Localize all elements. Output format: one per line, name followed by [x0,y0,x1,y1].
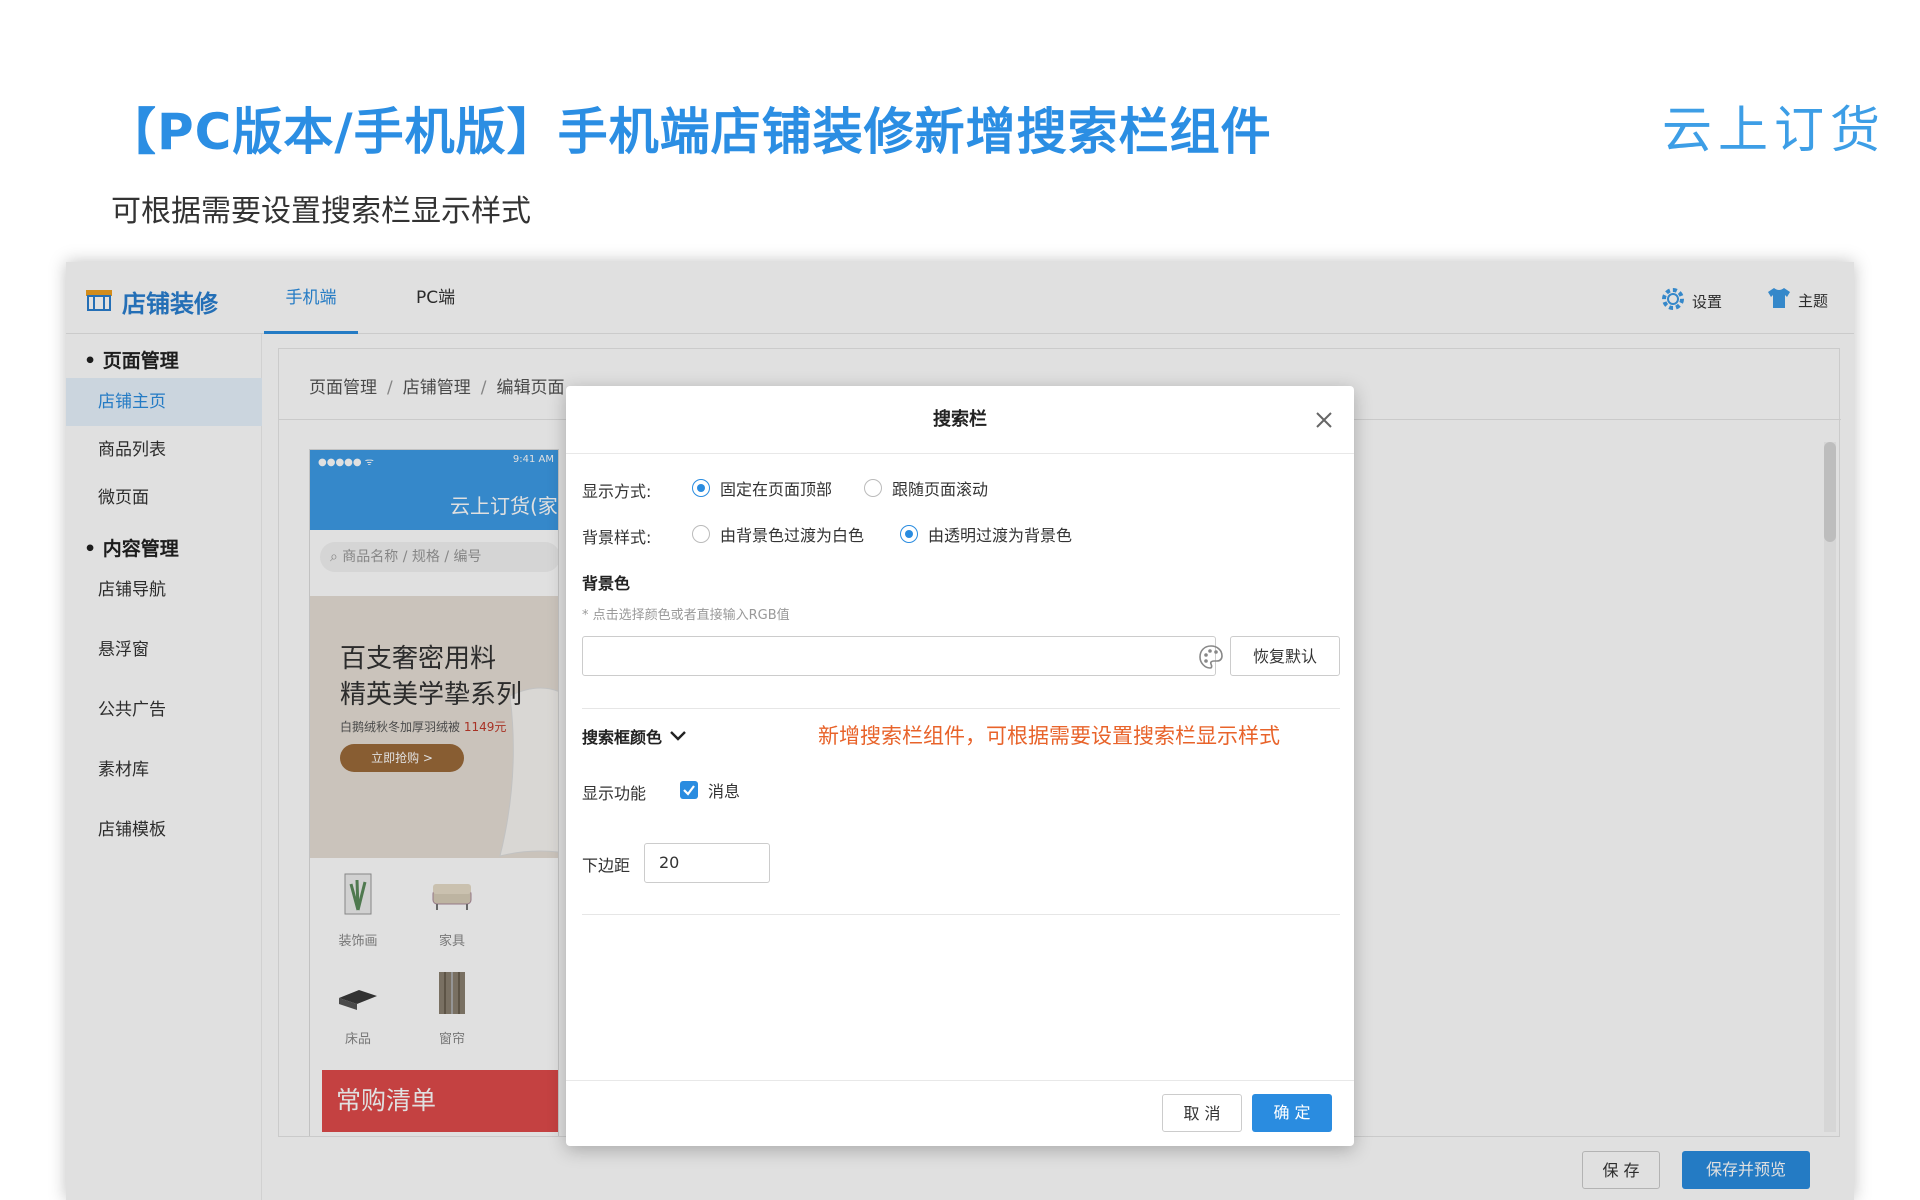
radio-unselected-icon [864,479,882,497]
message-label: 消息 [708,782,741,801]
radio-scroll-with-page[interactable]: 跟随页面滚动 [864,476,988,500]
search-bar-dialog: 搜索栏 显示方式: 固定在页面顶部 跟随页面滚动 背景样式: 由背景色过渡为白色… [566,386,1354,1146]
reset-default-button[interactable]: 恢复默认 [1230,636,1340,676]
radio-transparent-to-bg[interactable]: 由透明过渡为背景色 [900,522,1072,546]
confirm-button[interactable]: 确 定 [1252,1094,1332,1132]
cancel-button[interactable]: 取 消 [1162,1094,1242,1132]
background-style-label: 背景样式: [582,528,652,547]
bottom-margin-input[interactable]: 20 [644,843,770,883]
search-box-color-toggle[interactable]: 搜索框颜色 [582,724,688,748]
dialog-title: 搜索栏 [566,386,1354,454]
divider [582,708,1340,709]
slide-title: 【PC版本/手机版】手机端店铺装修新增搜索栏组件 [106,103,1272,161]
chevron-down-icon [670,731,686,741]
palette-icon[interactable] [1197,643,1225,671]
background-color-input[interactable] [582,636,1223,676]
search-box-color-label: 搜索框颜色 [582,728,663,747]
radio-selected-icon [692,479,710,497]
checkbox-checked-icon [680,781,698,799]
show-features-label: 显示功能 [582,784,647,803]
radio-unselected-icon [692,525,710,543]
bottom-margin-label: 下边距 [582,856,631,875]
divider [582,914,1340,915]
brand-logo: 云上订货 [1662,101,1886,159]
slide-subtitle: 可根据需要设置搜索栏显示样式 [111,194,531,229]
message-checkbox[interactable]: 消息 [680,778,740,802]
background-color-hint: * 点击选择颜色或者直接输入RGB值 [582,608,790,623]
close-icon[interactable] [1310,406,1338,434]
display-mode-label: 显示方式: [582,482,652,501]
annotation-note: 新增搜索栏组件，可根据需要设置搜索栏显示样式 [818,724,1280,748]
radio-fixed-top[interactable]: 固定在页面顶部 [692,476,832,500]
radio-selected-icon [900,525,918,543]
dialog-footer-divider [566,1080,1354,1081]
radio-bg-to-white[interactable]: 由背景色过渡为白色 [692,522,864,546]
background-color-title: 背景色 [582,574,631,593]
